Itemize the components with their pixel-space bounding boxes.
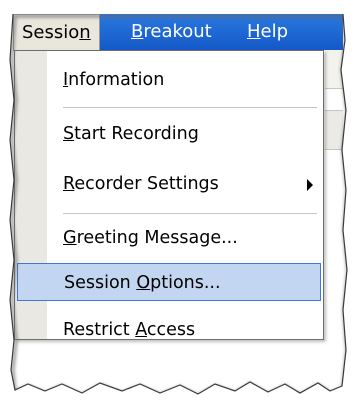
torn-edge-frame xyxy=(0,0,360,411)
